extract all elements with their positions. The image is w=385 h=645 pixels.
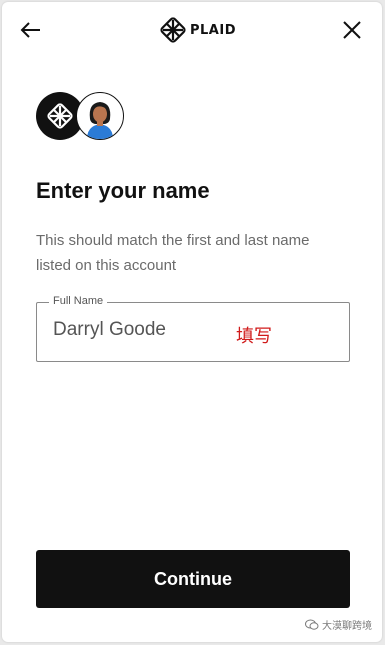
back-button[interactable] xyxy=(16,16,48,44)
annotation-text: 填写 xyxy=(236,326,272,347)
watermark-text: 大漠聊跨境 xyxy=(322,621,372,632)
plaid-logo-icon xyxy=(160,17,186,43)
wechat-icon xyxy=(305,619,319,630)
arrow-left-icon xyxy=(20,22,40,38)
continue-button[interactable]: Continue xyxy=(36,550,350,608)
avatar-group xyxy=(36,92,128,140)
user-avatar xyxy=(76,92,124,140)
plaid-link-modal: PLAID Enter your name This should match … xyxy=(2,2,382,642)
full-name-input[interactable] xyxy=(53,319,223,341)
close-button[interactable] xyxy=(338,16,366,44)
plaid-logo-icon xyxy=(47,103,73,129)
plaid-brand: PLAID xyxy=(160,17,236,43)
modal-header: PLAID xyxy=(2,2,382,58)
full-name-field[interactable]: Full Name xyxy=(36,295,350,362)
user-avatar-icon xyxy=(87,102,113,139)
page-title: Enter your name xyxy=(36,178,210,203)
brand-name: PLAID xyxy=(190,22,237,38)
watermark: 大漠聊跨境 xyxy=(305,617,372,632)
page-subtitle: This should match the first and last nam… xyxy=(36,232,310,274)
full-name-label: Full Name xyxy=(49,295,108,307)
close-icon xyxy=(343,21,361,39)
